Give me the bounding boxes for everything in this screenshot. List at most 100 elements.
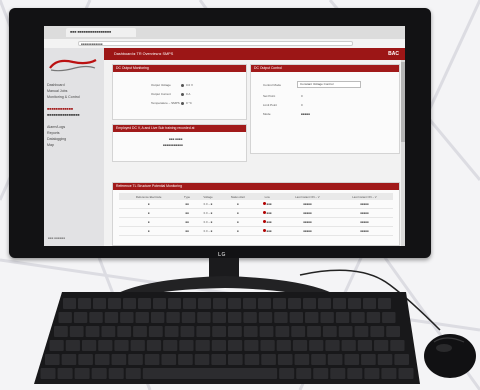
keyboard-key xyxy=(258,298,271,309)
keyboard-key xyxy=(243,312,257,323)
keyboard-key xyxy=(307,326,321,337)
keyboard-key xyxy=(164,326,179,337)
keyboard-key xyxy=(181,312,196,323)
keyboard-key xyxy=(341,340,356,351)
keyboard-key xyxy=(357,340,373,351)
keyboard-key xyxy=(65,340,80,351)
keyboard-key xyxy=(108,368,124,379)
keyboard-spacebar xyxy=(142,368,278,379)
keyboard-key xyxy=(85,326,100,337)
keyboard-key xyxy=(93,298,106,309)
keyboard-key xyxy=(91,368,107,379)
keyboard-key xyxy=(398,368,414,379)
keyboard-key xyxy=(260,340,275,351)
keyboard-key xyxy=(40,368,56,379)
keyboard-key xyxy=(366,312,381,323)
keyboard-key xyxy=(243,298,256,309)
keyboard-key xyxy=(213,298,226,309)
keyboard-key xyxy=(347,368,363,379)
keyboard-key xyxy=(274,312,288,323)
keyboard-key xyxy=(94,354,110,365)
keyboard-key xyxy=(150,312,165,323)
keyboard-key xyxy=(309,340,324,351)
keyboard-key xyxy=(101,326,116,337)
keyboard-key xyxy=(58,312,72,323)
keyboard-key xyxy=(370,326,385,337)
keyboard-key xyxy=(374,340,389,351)
keyboard-key xyxy=(318,298,331,309)
keyboard-key xyxy=(333,298,346,309)
keyboard-key xyxy=(89,312,103,323)
keyboard-key xyxy=(377,354,393,365)
keyboard-key xyxy=(288,298,301,309)
keyboard-key xyxy=(81,340,97,351)
keyboard-key xyxy=(275,326,290,337)
keyboard-key xyxy=(361,354,376,365)
keyboard-key xyxy=(228,326,242,337)
keyboard-key xyxy=(303,298,316,309)
keyboard-key xyxy=(57,368,73,379)
keyboard-key xyxy=(138,298,151,309)
keyboard-key xyxy=(179,340,194,351)
keyboard-key xyxy=(279,368,295,379)
keyboard-key xyxy=(133,326,147,337)
keyboard-key xyxy=(244,340,259,351)
keyboard-key xyxy=(125,368,141,379)
keyboard-key xyxy=(296,368,312,379)
keyboard-key xyxy=(163,340,178,351)
keyboard-key xyxy=(78,298,91,309)
keyboard-key xyxy=(277,354,293,365)
keyboard-key xyxy=(144,354,160,365)
keyboard-key xyxy=(54,326,68,337)
keyboard-key xyxy=(289,312,304,323)
keyboard-key xyxy=(228,312,242,323)
keyboard-key xyxy=(378,298,391,309)
keyboard-key xyxy=(351,312,365,323)
keyboard-key xyxy=(128,354,143,365)
keyboard-key xyxy=(390,340,405,351)
keyboard-key xyxy=(211,340,226,351)
keyboard-key xyxy=(130,340,145,351)
keyboard-key xyxy=(78,354,93,365)
keyboard-key xyxy=(63,298,76,309)
keyboard-key xyxy=(180,326,195,337)
keyboard-key xyxy=(198,298,211,309)
keyboard-key xyxy=(363,298,376,309)
keyboard-key xyxy=(305,312,319,323)
keyboard-key xyxy=(195,340,210,351)
keyboard-key xyxy=(381,368,397,379)
keyboard-icon xyxy=(34,292,420,384)
keyboard-key xyxy=(244,354,260,365)
keyboard-key xyxy=(291,326,306,337)
keyboard-key xyxy=(311,354,326,365)
keyboard-key xyxy=(382,312,396,323)
keyboard-key xyxy=(161,354,177,365)
keyboard-key xyxy=(168,298,181,309)
keyboard-key xyxy=(45,354,60,365)
keyboard-key xyxy=(258,312,273,323)
keyboard-key xyxy=(197,312,211,323)
keyboard-key xyxy=(259,326,274,337)
keyboard-key xyxy=(111,354,127,365)
keyboard-key xyxy=(166,312,180,323)
keyboard-key xyxy=(320,312,334,323)
keyboard-key xyxy=(120,312,134,323)
keyboard-key xyxy=(212,326,226,337)
keyboard-key xyxy=(178,354,193,365)
keyboard-key xyxy=(276,340,291,351)
keyboard-key xyxy=(135,312,149,323)
keyboard-key xyxy=(348,298,361,309)
keyboard-key xyxy=(313,368,329,379)
keyboard-key xyxy=(114,340,129,351)
mouse-icon xyxy=(424,334,476,378)
keyboard-key xyxy=(386,326,400,337)
keyboard-key xyxy=(74,368,90,379)
keyboard-key xyxy=(344,354,360,365)
keyboard-key xyxy=(327,354,343,365)
keyboard-key xyxy=(273,298,286,309)
keyboard-key xyxy=(261,354,276,365)
keyboard-key xyxy=(108,298,121,309)
keyboard-key xyxy=(228,340,243,351)
keyboard-key xyxy=(69,326,84,337)
keyboard-key xyxy=(183,298,196,309)
